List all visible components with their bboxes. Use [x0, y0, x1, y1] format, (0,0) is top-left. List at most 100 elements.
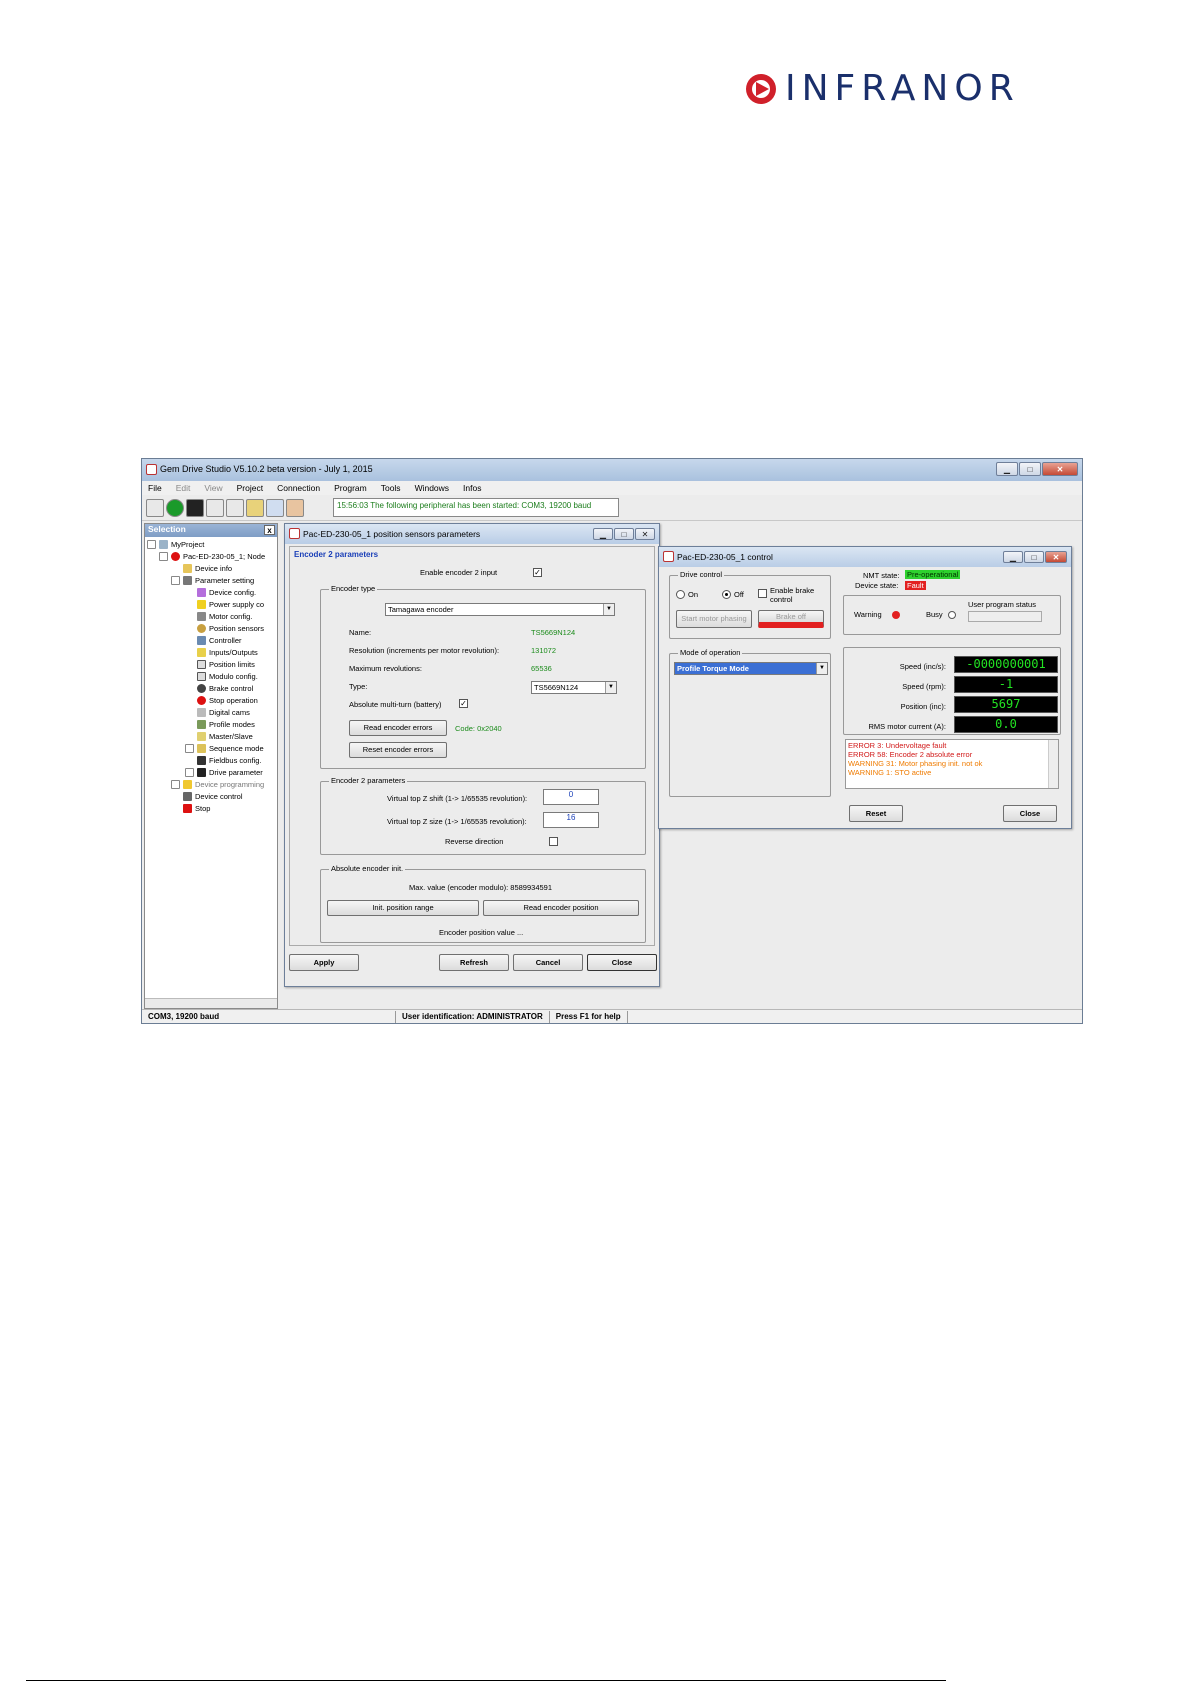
start-motor-phasing-button[interactable]: Start motor phasing [676, 610, 752, 628]
tree-item[interactable]: Stop [183, 804, 210, 813]
tree-toggle-icon[interactable] [147, 540, 156, 549]
tree-toggle-icon[interactable] [171, 780, 180, 789]
tree-item[interactable]: Motor config. [197, 612, 252, 621]
control-dialog-title: Pac-ED-230-05_1 control [677, 552, 773, 562]
minimize-icon[interactable]: ▁ [1003, 551, 1023, 563]
tree-item[interactable]: Device info [183, 564, 232, 573]
menu-tools[interactable]: Tools [381, 483, 401, 493]
on-radio[interactable] [676, 590, 685, 599]
status-bar: COM3, 19200 baud User identification: AD… [142, 1009, 1082, 1023]
minimize-icon[interactable]: ▁ [593, 528, 613, 540]
tree-item[interactable]: Device programming [171, 780, 264, 789]
tree-item[interactable]: Drive parameter [185, 768, 263, 777]
absolute-multiturn-checkbox[interactable]: ✓ [459, 699, 468, 708]
cancel-button[interactable]: Cancel [513, 954, 583, 971]
zsize-input[interactable]: 16 [543, 812, 599, 828]
enable-encoder2-checkbox[interactable]: ✓ [533, 568, 542, 577]
read-encoder-position-button[interactable]: Read encoder position [483, 900, 639, 916]
zshift-input[interactable]: 0 [543, 789, 599, 805]
tree-item[interactable]: Device config. [197, 588, 256, 597]
encoder-type-select[interactable]: Tamagawa encoder ▼ [385, 603, 615, 616]
wizard-icon[interactable] [226, 499, 244, 517]
tree-item[interactable]: Sequence mode [185, 744, 264, 753]
close-icon[interactable]: ✕ [1045, 551, 1067, 563]
tree-toggle-icon[interactable] [185, 744, 194, 753]
vertical-scrollbar[interactable] [1048, 740, 1058, 788]
tree-item[interactable]: Device control [183, 792, 243, 801]
menu-windows[interactable]: Windows [415, 483, 449, 493]
close-button[interactable]: Close [587, 954, 657, 971]
refresh-button[interactable]: Refresh [439, 954, 509, 971]
mode-select[interactable]: Profile Torque Mode ▼ [674, 662, 828, 675]
reset-encoder-errors-button[interactable]: Reset encoder errors [349, 742, 447, 758]
tree-toggle-icon[interactable] [171, 576, 180, 585]
tree-item[interactable]: Parameter setting [171, 576, 254, 585]
selection-close-icon[interactable]: x [264, 525, 275, 535]
resolution-value: 131072 [531, 646, 557, 655]
fieldbus-icon [197, 756, 206, 765]
read-encoder-errors-button[interactable]: Read encoder errors [349, 720, 447, 736]
maximize-icon[interactable]: □ [1019, 462, 1041, 476]
control-close-button[interactable]: Close [1003, 805, 1057, 822]
menu-view[interactable]: View [204, 483, 222, 493]
tree-toggle-icon[interactable] [185, 768, 194, 777]
tree-item[interactable]: Digital cams [197, 708, 250, 717]
maximize-icon[interactable]: □ [614, 528, 634, 540]
tree-label: Power supply co [209, 600, 265, 609]
upload-icon[interactable] [246, 499, 264, 517]
enable-encoder2-label: Enable encoder 2 input [420, 568, 498, 577]
off-radio[interactable] [722, 590, 731, 599]
init-position-range-button[interactable]: Init. position range [327, 900, 479, 916]
on-label: On [688, 590, 699, 599]
brake-icon [197, 684, 206, 693]
device-fault-icon [171, 552, 180, 561]
document-icon[interactable] [206, 499, 224, 517]
tree-item[interactable]: Profile modes [197, 720, 255, 729]
max-value-label: Max. value (encoder modulo): 8589934591 [409, 883, 553, 892]
menu-file[interactable]: File [148, 483, 162, 493]
tree-item[interactable]: Power supply co [197, 600, 264, 609]
type-select[interactable]: TS5669N124 ▼ [531, 681, 617, 694]
speed-rpm-label: Speed (rpm): [902, 682, 946, 691]
menu-project[interactable]: Project [237, 483, 263, 493]
connect-icon[interactable] [146, 499, 164, 517]
close-icon[interactable]: ✕ [1042, 462, 1078, 476]
messages-list[interactable]: ERROR 3: Undervoltage fault ERROR 58: En… [845, 739, 1059, 789]
tree-item[interactable]: Modulo config. [197, 672, 258, 681]
section-title: Encoder 2 parameters [294, 550, 379, 559]
go-online-icon[interactable] [166, 499, 184, 517]
tree-label: Master/Slave [209, 732, 253, 741]
motor-icon [197, 612, 206, 621]
reverse-direction-checkbox[interactable] [549, 837, 558, 846]
compare-icon[interactable] [286, 499, 304, 517]
controller-icon [197, 636, 206, 645]
app-icon [146, 464, 157, 475]
sequence-icon [197, 744, 206, 753]
horizontal-scrollbar[interactable] [145, 998, 277, 1008]
minimize-icon[interactable]: ▁ [996, 462, 1018, 476]
tree-item[interactable]: Stop operation [197, 696, 258, 705]
enable-brake-checkbox[interactable] [758, 589, 767, 598]
reset-button[interactable]: Reset [849, 805, 903, 822]
menu-program[interactable]: Program [334, 483, 367, 493]
menu-connection[interactable]: Connection [277, 483, 320, 493]
tree-item[interactable]: Pac-ED-230-05_1; Node [159, 552, 265, 561]
menu-infos[interactable]: Infos [463, 483, 481, 493]
menu-edit[interactable]: Edit [176, 483, 191, 493]
tree-item[interactable]: MyProject [147, 540, 204, 549]
maximize-icon[interactable]: □ [1024, 551, 1044, 563]
apply-button[interactable]: Apply [289, 954, 359, 971]
close-icon[interactable]: ✕ [635, 528, 655, 540]
tree-item[interactable]: Position limits [197, 660, 255, 669]
tree-item[interactable]: Master/Slave [197, 732, 253, 741]
terminal-icon[interactable] [186, 499, 204, 517]
brake-off-button[interactable]: Brake off [758, 610, 824, 628]
tree-toggle-icon[interactable] [159, 552, 168, 561]
tree-item[interactable]: Controller [197, 636, 242, 645]
tree-item[interactable]: Fieldbus config. [197, 756, 262, 765]
tree-item[interactable]: Position sensors [197, 624, 264, 633]
tree-item[interactable]: Brake control [197, 684, 253, 693]
tree-item[interactable]: Inputs/Outputs [197, 648, 258, 657]
sensors-dialog-title: Pac-ED-230-05_1 position sensors paramet… [303, 529, 481, 539]
download-icon[interactable] [266, 499, 284, 517]
